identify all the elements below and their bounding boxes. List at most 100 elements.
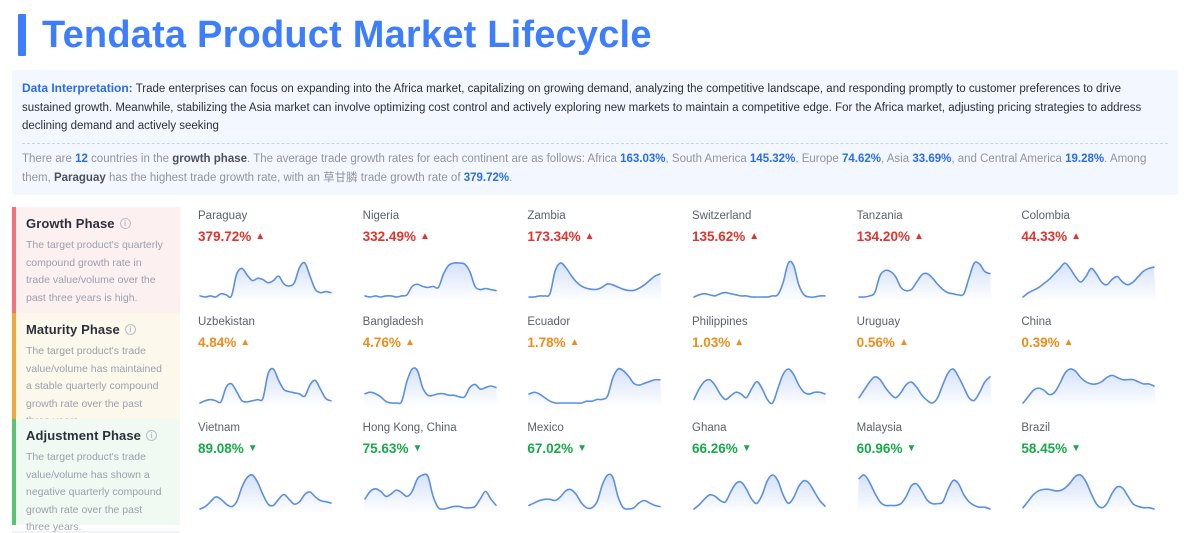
growth-percent: 1.03% <box>692 334 731 350</box>
info-icon[interactable]: i <box>119 218 131 230</box>
country-card[interactable]: Mexico 67.02% ▼ <box>527 419 684 525</box>
country-name: Malaysia <box>856 422 903 435</box>
sparkline <box>1021 473 1157 514</box>
country-card[interactable]: Tanzania 134.20% ▲ <box>856 207 1014 313</box>
page-header: Tendata Product Market Lifecycle <box>12 0 1178 64</box>
country-card[interactable]: Switzerland 135.62% ▲ <box>692 207 849 313</box>
phase-sidebar: Growth Phase i The target product's quar… <box>12 207 180 533</box>
south-america-rate: 145.32% <box>749 152 796 165</box>
sparkline <box>692 368 827 408</box>
growth-percent: 332.49% <box>362 228 416 244</box>
country-growth-value: 58.45% ▼ <box>1021 441 1178 457</box>
sparkline <box>198 261 333 302</box>
sparkline <box>1021 368 1157 408</box>
phase-card-growth[interactable]: Growth Phase i The target product's quar… <box>12 207 180 314</box>
top-country-name: Paraguay <box>53 171 106 184</box>
phase-title-adjustment: Adjustment Phase i <box>26 428 168 443</box>
card-row-maturity: Uzbekistan 4.84% ▲ Bangladesh 4.76% ▲ Ecuador 1… <box>198 313 1178 419</box>
growth-percent: 0.56% <box>856 334 895 350</box>
summary-mid1: countries in the <box>87 152 173 165</box>
summary-pre: There are <box>22 152 76 165</box>
country-card[interactable]: Colombia 44.33% ▲ <box>1021 207 1178 313</box>
arrow-down-icon: ▼ <box>1071 443 1082 455</box>
summary-mid2: . The average trade growth rates for eac… <box>247 152 621 165</box>
growth-percent: 134.20% <box>856 228 910 244</box>
country-name: Colombia <box>1021 210 1070 223</box>
country-growth-value: 75.63% ▼ <box>363 441 520 457</box>
phase-card-maturity[interactable]: Maturity Phase i The target product's tr… <box>12 313 180 427</box>
country-growth-value: 135.62% ▲ <box>692 229 849 245</box>
info-icon[interactable]: i <box>146 430 158 442</box>
summary-sep7: trade growth rate of <box>357 171 464 184</box>
country-name: Switzerland <box>692 210 752 223</box>
growth-percent: 1.78% <box>527 334 566 350</box>
phase-accent-maturity <box>12 313 16 420</box>
lifecycle-body: Growth Phase i The target product's quar… <box>12 207 1178 533</box>
interpretation-body: Trade enterprises can focus on expanding… <box>22 83 1142 133</box>
country-growth-value: 60.96% ▼ <box>857 441 1014 457</box>
interpretation-divider <box>22 142 1168 144</box>
arrow-down-icon: ▼ <box>577 443 588 455</box>
country-card[interactable]: Nigeria 332.49% ▲ <box>362 207 520 313</box>
country-card[interactable]: Brazil 58.45% ▼ <box>1021 419 1178 525</box>
country-growth-value: 379.72% ▲ <box>198 229 355 245</box>
growth-percent: 0.39% <box>1021 334 1060 350</box>
sparkline <box>527 262 663 302</box>
country-card[interactable]: Zambia 173.34% ▲ <box>527 207 684 313</box>
country-card[interactable]: Ecuador 1.78% ▲ <box>527 313 684 419</box>
country-name: Tanzania <box>856 210 903 223</box>
country-card[interactable]: Philippines 1.03% ▲ <box>692 313 849 419</box>
country-growth-value: 332.49% ▲ <box>363 229 520 245</box>
growth-percent: 89.08% <box>198 440 244 456</box>
arrow-up-icon: ▲ <box>255 231 266 243</box>
sparkline <box>198 474 333 514</box>
phase-label-growth: Growth Phase <box>26 216 115 232</box>
card-row-growth: Paraguay 379.72% ▲ Nigeria 332.49% ▲ Zambia 173… <box>198 207 1178 313</box>
country-growth-value: 66.26% ▼ <box>692 441 849 457</box>
arrow-up-icon: ▲ <box>1071 231 1082 243</box>
summary-sep2: , Europe <box>795 152 842 165</box>
country-growth-value: 44.33% ▲ <box>1021 229 1178 245</box>
country-growth-value: 1.03% ▲ <box>692 335 849 351</box>
country-growth-value: 89.08% ▼ <box>198 441 355 457</box>
country-card[interactable]: Vietnam 89.08% ▼ <box>198 419 355 525</box>
country-name: Bangladesh <box>362 316 424 329</box>
growth-percent: 173.34% <box>527 228 581 244</box>
info-icon[interactable]: i <box>124 324 136 336</box>
page-title: Tendata Product Market Lifecycle <box>42 14 652 56</box>
europe-rate: 74.62% <box>841 152 881 165</box>
asia-rate: 33.69% <box>912 152 952 165</box>
country-card[interactable]: Uruguay 0.56% ▲ <box>856 313 1014 419</box>
product-name-cjk: 草甘膦 <box>323 171 358 184</box>
country-card[interactable]: Paraguay 379.72% ▲ <box>198 207 355 313</box>
phase-description-adjustment: The target product's trade value/volume … <box>26 451 162 533</box>
country-card[interactable]: Bangladesh 4.76% ▲ <box>362 313 520 419</box>
central-america-rate: 19.28% <box>1065 152 1105 165</box>
phase-label-adjustment: Adjustment Phase <box>26 428 142 444</box>
country-name: Nigeria <box>362 210 400 223</box>
country-name: Hong Kong, China <box>362 422 457 435</box>
sparkline <box>692 260 827 302</box>
sparkline <box>362 473 498 514</box>
country-name: Uruguay <box>856 316 901 329</box>
country-card[interactable]: Hong Kong, China 75.63% ▼ <box>362 419 520 525</box>
country-card[interactable]: Uzbekistan 4.84% ▲ <box>198 313 355 419</box>
country-name: Ecuador <box>527 316 571 329</box>
arrow-up-icon: ▲ <box>569 337 580 349</box>
country-growth-value: 173.34% ▲ <box>527 229 684 245</box>
country-card[interactable]: Ghana 66.26% ▼ <box>692 419 849 525</box>
summary-sep3: , Asia <box>881 152 913 165</box>
country-growth-value: 4.84% ▲ <box>198 335 355 351</box>
growth-country-count: 12 <box>75 152 88 165</box>
growth-percent: 75.63% <box>362 440 409 456</box>
growth-percent: 379.72% <box>198 228 252 244</box>
country-name: Paraguay <box>198 210 248 223</box>
country-card[interactable]: Malaysia 60.96% ▼ <box>856 419 1014 525</box>
phase-card-adjustment[interactable]: Adjustment Phase i The target product's … <box>12 419 180 533</box>
country-card[interactable]: China 0.39% ▲ <box>1021 313 1178 419</box>
sparkline <box>362 367 498 408</box>
interpretation-text: Data Interpretation: Trade enterprises c… <box>22 79 1168 136</box>
sparkline <box>527 473 663 514</box>
country-name: Vietnam <box>198 422 240 435</box>
arrow-up-icon: ▲ <box>419 231 430 243</box>
